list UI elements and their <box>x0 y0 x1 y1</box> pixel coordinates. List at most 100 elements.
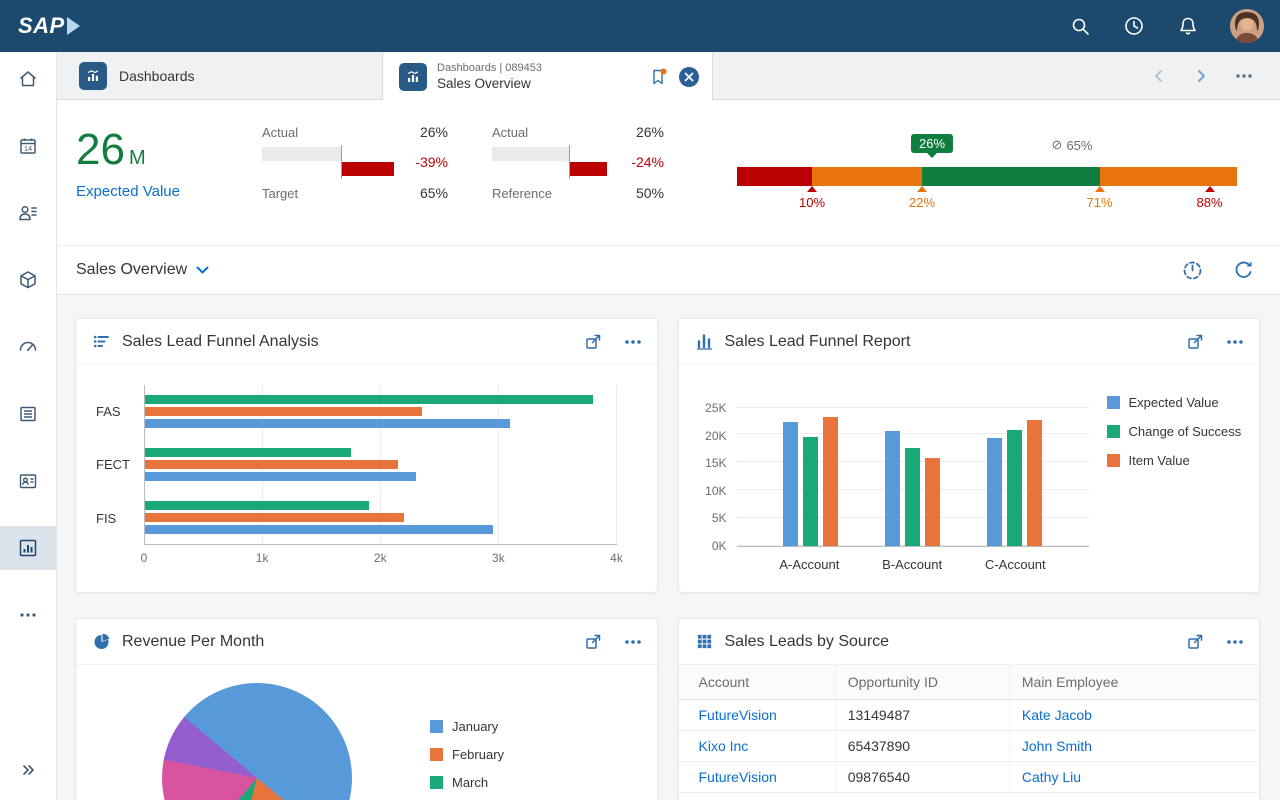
column-header[interactable]: Main Employee <box>1009 665 1259 700</box>
close-tab-button[interactable] <box>678 66 700 88</box>
employee-link[interactable]: John Smith <box>1022 738 1092 754</box>
bullet-top-label: Actual <box>492 125 528 140</box>
axis-tick-label: 20K <box>705 429 726 443</box>
sidebar-expand-button[interactable] <box>6 748 50 792</box>
column-header[interactable]: Opportunity ID <box>835 665 1009 700</box>
sidebar-item-dashboards[interactable] <box>0 526 56 570</box>
bar-group <box>987 408 1042 546</box>
legend-label: February <box>452 747 504 762</box>
account-link[interactable]: FutureVision <box>699 769 777 785</box>
legend-label: Change of Success <box>1129 424 1242 439</box>
sales-rep-icon <box>17 202 39 224</box>
open-in-new-window-icon[interactable] <box>1186 632 1205 651</box>
gauge-segment <box>812 167 922 186</box>
card-overflow-button[interactable] <box>623 332 643 352</box>
bar <box>1027 420 1042 546</box>
sap-logo[interactable]: SAP <box>18 13 80 39</box>
employee-link[interactable]: Cathy Liu <box>1022 769 1081 785</box>
kpi-header: 26M Expected Value Actual26% -39% Target… <box>57 100 1280 246</box>
card-revenue: Revenue Per Month JanuaryFebruaryMarchAp… <box>75 618 658 800</box>
gauge-chart: 26% ⊘65% 10%22%71%88% <box>737 134 1237 215</box>
sidebar-item-products[interactable] <box>0 258 56 302</box>
column-header[interactable]: Account <box>679 665 836 700</box>
funnel-report-groups <box>737 408 1089 546</box>
user-avatar[interactable] <box>1230 9 1264 43</box>
bar-group <box>885 408 940 546</box>
open-in-new-window-icon[interactable] <box>584 632 603 651</box>
gauge-segment <box>1100 167 1238 186</box>
card-overflow-button[interactable] <box>1225 632 1245 652</box>
category-label: FAS <box>96 404 144 419</box>
bar <box>823 417 838 546</box>
legend-item: January <box>430 719 504 734</box>
account-link[interactable]: Kixo Inc <box>699 738 749 754</box>
sidebar-item-performance[interactable] <box>0 325 56 369</box>
employee-link[interactable]: Kate Jacob <box>1022 707 1092 723</box>
bullet-bars <box>262 145 398 179</box>
recent-activity-icon[interactable] <box>1122 14 1146 38</box>
sidebar-item-sales-rep[interactable] <box>0 191 56 235</box>
bar <box>145 395 593 404</box>
prev-tab-icon[interactable] <box>1150 67 1168 85</box>
home-icon <box>17 68 39 90</box>
account-link[interactable]: FutureVision <box>699 707 777 723</box>
bullet-axis <box>569 145 570 179</box>
backlog-icon <box>17 403 39 425</box>
kpi-expected-value[interactable]: 26M Expected Value <box>76 128 180 200</box>
card-title: Sales Lead Funnel Analysis <box>122 333 584 351</box>
chevron-down-icon[interactable] <box>196 266 209 274</box>
bullet-bottom-value: 65% <box>420 185 448 201</box>
sidebar-item-calendar[interactable]: 14 <box>0 124 56 168</box>
sap-logo-text: SAP <box>18 13 65 39</box>
card-funnel-report: Sales Lead Funnel Report 25K20K15K10K5K0… <box>678 318 1261 593</box>
opportunity-id-cell: 09876540 <box>835 762 1009 793</box>
next-tab-icon[interactable] <box>1192 67 1210 85</box>
search-icon[interactable] <box>1068 14 1092 38</box>
tab-breadcrumb: Dashboards | 089453 <box>437 62 638 74</box>
category-label: FIS <box>96 511 144 526</box>
gauge-bar <box>737 167 1237 186</box>
legend-label: Item Value <box>1129 453 1190 468</box>
main-area: Dashboards Dashboards | 089453 Sales Ove… <box>57 52 1280 800</box>
sidebar-item-contacts[interactable] <box>0 459 56 503</box>
auto-refresh-icon[interactable] <box>1182 260 1203 281</box>
tab-dashboards[interactable]: Dashboards <box>57 52 383 99</box>
axis-tick-label: 1k <box>256 551 269 565</box>
gauge-tick-label: 71% <box>1086 195 1112 210</box>
gauge-target-value: 65% <box>1066 138 1092 153</box>
expand-icon <box>17 759 39 781</box>
leads-table: AccountOpportunity IDMain Employee Futur… <box>679 665 1260 793</box>
vbar-chart-icon <box>695 332 714 351</box>
bullet-delta: -39% <box>408 154 448 170</box>
open-in-new-window-icon[interactable] <box>1186 332 1205 351</box>
opportunity-id-cell: 65437890 <box>835 731 1009 762</box>
refresh-icon[interactable] <box>1233 260 1254 281</box>
bullet-top-value: 26% <box>636 124 664 140</box>
category-label: A-Account <box>779 557 839 572</box>
sidebar-item-more[interactable] <box>0 593 56 637</box>
bar <box>145 501 369 510</box>
sidebar-item-backlog[interactable] <box>0 392 56 436</box>
leads-table-head-row: AccountOpportunity IDMain Employee <box>679 665 1260 700</box>
card-overflow-button[interactable] <box>623 632 643 652</box>
card-title: Sales Lead Funnel Report <box>725 333 1187 351</box>
open-in-new-window-icon[interactable] <box>584 332 603 351</box>
legend-item: Expected Value <box>1107 395 1242 410</box>
axis-tick-label: 5K <box>712 511 727 525</box>
card-overflow-button[interactable] <box>1225 332 1245 352</box>
funnel-report-chart: 25K20K15K10K5K0K A-AccountB-AccountC-Acc… <box>689 379 1254 584</box>
legend-item: Item Value <box>1107 453 1242 468</box>
revenue-pie <box>162 683 352 800</box>
tab-overflow-button[interactable] <box>1234 66 1254 86</box>
legend-swatch <box>1107 425 1120 438</box>
notifications-icon[interactable] <box>1176 14 1200 38</box>
tab-dashboards-label: Dashboards <box>119 68 195 84</box>
pin-tab-icon[interactable] <box>648 67 668 87</box>
gauge-segment <box>922 167 1100 186</box>
sidebar-item-home[interactable] <box>0 57 56 101</box>
tab-sales-overview[interactable]: Dashboards | 089453 Sales Overview <box>383 52 713 101</box>
bar <box>145 513 404 522</box>
gauge-marker <box>917 186 927 192</box>
contacts-icon <box>17 470 39 492</box>
legend-item: Change of Success <box>1107 424 1242 439</box>
